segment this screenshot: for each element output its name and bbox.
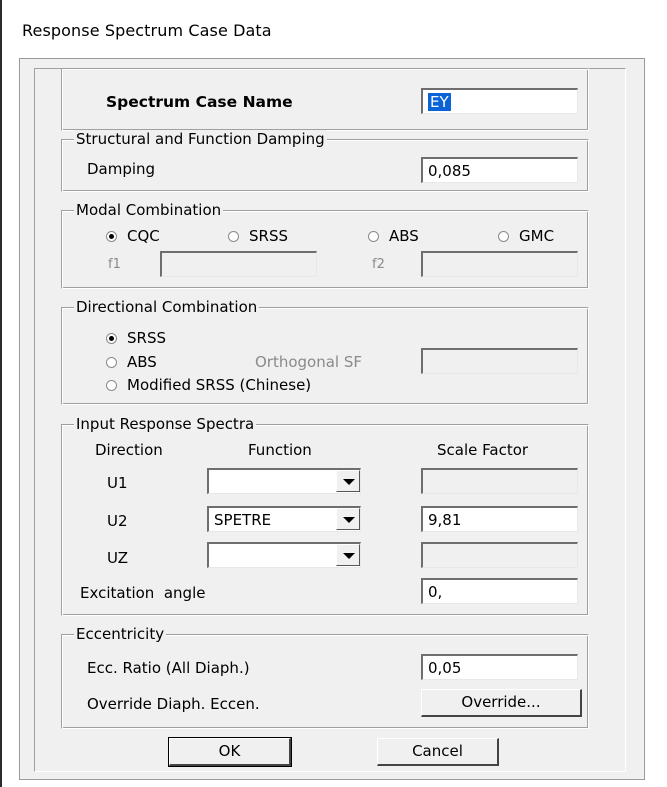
orthogonal-sf-input <box>421 348 578 374</box>
function-value-u2: SPETRE <box>214 511 272 529</box>
radio-dot-srss-modal <box>228 231 239 242</box>
radio-abs-modal[interactable]: ABS <box>368 227 419 245</box>
override-diaph-label: Override Diaph. Eccen. <box>87 695 260 713</box>
radio-dot-cqc <box>106 231 117 242</box>
direction-u2: U2 <box>107 512 128 530</box>
radio-gmc[interactable]: GMC <box>498 227 554 245</box>
ecc-ratio-label: Ecc. Ratio (All Diaph.) <box>87 659 250 677</box>
function-select-u2[interactable]: SPETRE <box>207 506 361 532</box>
eccentricity-title: Eccentricity <box>74 625 167 643</box>
radio-dot-modified-srss <box>106 380 117 391</box>
cancel-button[interactable]: Cancel <box>377 738 499 766</box>
radio-srss-modal[interactable]: SRSS <box>228 227 288 245</box>
radio-modified-srss[interactable]: Modified SRSS (Chinese) <box>106 376 311 394</box>
radio-dot-gmc <box>498 231 509 242</box>
scale-input-u1 <box>421 468 578 494</box>
direction-u1: U1 <box>107 474 128 492</box>
orthogonal-sf-label: Orthogonal SF <box>255 353 363 371</box>
chevron-down-icon[interactable] <box>336 508 360 530</box>
direction-uz: UZ <box>107 549 128 567</box>
radio-modified-srss-label: Modified SRSS (Chinese) <box>127 376 312 394</box>
damping-group-title: Structural and Function Damping <box>74 130 327 148</box>
input-spectra-title: Input Response Spectra <box>74 415 257 433</box>
f1-label: f1 <box>108 257 121 272</box>
f2-label: f2 <box>372 257 385 272</box>
f1-input <box>160 251 317 277</box>
radio-abs-modal-label: ABS <box>389 227 419 245</box>
radio-srss-modal-label: SRSS <box>249 227 288 245</box>
col-scale-header: Scale Factor <box>437 441 529 459</box>
ecc-ratio-input[interactable]: 0,05 <box>421 654 578 680</box>
ok-button[interactable]: OK <box>168 737 292 767</box>
damping-label: Damping <box>87 160 156 178</box>
chevron-down-icon[interactable] <box>336 544 360 566</box>
excitation-angle-input[interactable]: 0, <box>421 578 578 604</box>
override-button[interactable]: Override... <box>421 689 582 717</box>
chevron-down-icon[interactable] <box>336 470 360 492</box>
scale-input-uz <box>421 542 578 568</box>
radio-cqc[interactable]: CQC <box>106 227 160 245</box>
f2-input <box>421 251 578 277</box>
radio-srss-directional[interactable]: SRSS <box>106 329 166 347</box>
radio-srss-directional-label: SRSS <box>127 329 166 347</box>
modal-combination-group <box>61 210 589 289</box>
col-direction-header: Direction <box>95 441 163 459</box>
spectrum-case-label: Spectrum Case Name <box>106 93 293 111</box>
modal-combination-title: Modal Combination <box>74 201 224 219</box>
radio-abs-directional[interactable]: ABS <box>106 353 157 371</box>
window-title: Response Spectrum Case Data <box>22 21 272 40</box>
radio-dot-abs-modal <box>368 231 379 242</box>
window-edge <box>0 0 2 787</box>
damping-input[interactable]: 0,085 <box>421 157 578 183</box>
radio-abs-directional-label: ABS <box>127 353 157 371</box>
spectrum-case-name-input[interactable]: EY <box>421 88 578 114</box>
directional-combination-title: Directional Combination <box>74 298 260 316</box>
radio-cqc-label: CQC <box>127 227 160 245</box>
col-function-header: Function <box>248 441 312 459</box>
scale-input-u2[interactable]: 9,81 <box>421 506 578 532</box>
excitation-angle-label: Excitation angle <box>80 584 206 602</box>
function-select-u1[interactable] <box>207 468 361 494</box>
title-bar: Response Spectrum Case Data <box>0 0 667 58</box>
radio-dot-srss-directional <box>106 333 117 344</box>
spectrum-case-name-value: EY <box>428 93 451 111</box>
radio-dot-abs-directional <box>106 357 117 368</box>
function-select-uz[interactable] <box>207 542 361 568</box>
radio-gmc-label: GMC <box>519 227 555 245</box>
